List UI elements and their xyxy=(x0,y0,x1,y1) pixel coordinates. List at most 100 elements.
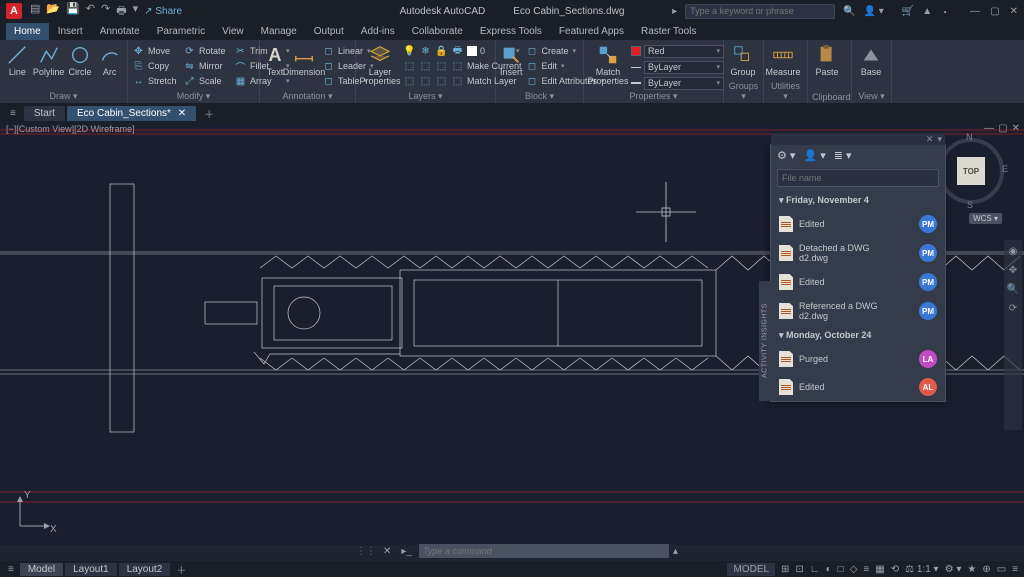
status-model-label[interactable]: MODEL xyxy=(727,563,775,576)
ribbon-tab-manage[interactable]: Manage xyxy=(253,23,305,40)
layer-btn1-icon[interactable]: ⬚ xyxy=(403,60,416,73)
ribbon-tab-annotate[interactable]: Annotate xyxy=(92,23,148,40)
panel-block-title[interactable]: Block ▾ xyxy=(500,90,579,103)
qat-redo-icon[interactable]: ↷ xyxy=(101,2,110,21)
layer-btn5-icon[interactable]: ⬚ xyxy=(403,75,416,88)
layer-btn4-icon[interactable]: ⬚ xyxy=(451,60,464,73)
status-scale[interactable]: ⚖ 1:1 ▾ xyxy=(905,564,938,575)
status-3dosnap-icon[interactable]: ◇ xyxy=(850,564,858,575)
panel-properties-title[interactable]: Properties ▾ xyxy=(588,90,719,103)
viewcube-south[interactable]: S xyxy=(967,200,973,210)
insert-button[interactable]: Insert xyxy=(500,42,523,77)
cart-icon[interactable]: 🛒 xyxy=(902,6,914,17)
help-chevron-icon[interactable]: ▸ xyxy=(672,6,677,17)
drawing-canvas[interactable]: — ▢ ✕ [−][Custom View][2D Wireframe] xyxy=(0,122,1024,545)
status-cycle-icon[interactable]: ⟲ xyxy=(891,564,899,575)
layer-btn6-icon[interactable]: ⬚ xyxy=(419,75,432,88)
activity-item[interactable]: Detached a DWG d2.dwgPM xyxy=(771,238,945,268)
tab-layout1[interactable]: Layout1 xyxy=(65,563,117,576)
file-close-icon[interactable]: ✕ xyxy=(178,108,186,119)
panel-annotation-title[interactable]: Annotation ▾ xyxy=(264,90,351,103)
qat-open-icon[interactable]: 📂 xyxy=(46,2,60,21)
panel-handle[interactable]: ✕▾ xyxy=(771,133,945,145)
search-icon[interactable]: 🔍 xyxy=(843,6,855,17)
status-osnap-icon[interactable]: □ xyxy=(838,564,844,575)
activity-item[interactable]: EditedPM xyxy=(771,268,945,296)
user-filter-icon[interactable]: 👤 ▾ xyxy=(803,149,825,162)
status-transparency-icon[interactable]: ▦ xyxy=(875,564,884,575)
nav-wheel-icon[interactable]: ◉ xyxy=(1009,246,1018,257)
move-button[interactable]: Move xyxy=(148,46,180,56)
measure-button[interactable]: Measure xyxy=(768,42,798,77)
viewcube-face[interactable]: TOP xyxy=(957,157,985,185)
activity-side-label[interactable]: ACTIVITY INSIGHTS xyxy=(759,281,771,401)
status-grid-icon[interactable]: ⊞ xyxy=(781,564,789,575)
copy-button[interactable]: Copy xyxy=(148,61,180,71)
activity-item[interactable]: EditedPM xyxy=(771,210,945,238)
panel-groups-title[interactable]: Groups ▾ xyxy=(728,80,759,103)
activity-date-header[interactable]: ▾ Monday, October 24 xyxy=(771,326,945,345)
qat-undo-icon[interactable]: ↶ xyxy=(86,2,95,21)
activity-search-input[interactable] xyxy=(777,169,939,187)
search-input[interactable] xyxy=(685,4,835,19)
qat-dropdown-icon[interactable]: ▾ xyxy=(133,2,139,21)
activity-item[interactable]: EditedAL xyxy=(771,373,945,401)
share-button[interactable]: ↗ Share xyxy=(144,6,182,17)
info-icon[interactable]: ・ xyxy=(940,4,950,19)
status-ortho-icon[interactable]: ∟ xyxy=(810,564,820,575)
scale-button[interactable]: Scale xyxy=(199,76,231,86)
new-tab-icon[interactable]: ＋ xyxy=(198,104,220,123)
status-custom-icon[interactable]: ≡ xyxy=(1012,564,1018,575)
signin-icon[interactable]: 👤 ▾ xyxy=(864,6,884,17)
status-wk-icon[interactable]: ⊕ xyxy=(982,564,990,575)
circle-button[interactable]: Circle xyxy=(67,42,94,77)
ribbon-tab-add-ins[interactable]: Add-ins xyxy=(353,23,403,40)
rotate-button[interactable]: Rotate xyxy=(199,46,231,56)
cmd-grip-icon[interactable]: ⋮⋮ xyxy=(356,546,376,557)
arc-button[interactable]: Arc xyxy=(96,42,123,77)
status-lwt-icon[interactable]: ≡ xyxy=(863,564,869,575)
app-logo[interactable]: A xyxy=(6,3,22,19)
status-gear-icon[interactable]: ⚙ ▾ xyxy=(945,564,962,575)
list-icon[interactable]: ≣ ▾ xyxy=(834,149,852,162)
line-button[interactable]: Line xyxy=(4,42,31,77)
viewcube-east[interactable]: E xyxy=(1002,164,1008,174)
paste-button[interactable]: Paste xyxy=(812,42,842,77)
match-properties-button[interactable]: Match Properties xyxy=(588,42,628,86)
viewcube-wcs[interactable]: WCS ▾ xyxy=(969,213,1002,224)
panel-utilities-title[interactable]: Utilities ▾ xyxy=(768,80,803,103)
cmd-close-icon[interactable]: ✕ xyxy=(380,546,394,557)
filetabs-menu-icon[interactable]: ≡ xyxy=(4,106,22,121)
status-polar-icon[interactable]: ◐ xyxy=(826,564,832,575)
status-clean-icon[interactable]: ▭ xyxy=(997,564,1006,575)
layout-menu-icon[interactable]: ≡ xyxy=(4,564,18,575)
close-icon[interactable]: ✕ xyxy=(1010,6,1018,17)
ucs-icon[interactable]: Y X xyxy=(12,492,52,535)
layer-btn7-icon[interactable]: ⬚ xyxy=(435,75,448,88)
cmd-recent-icon[interactable]: ▴ xyxy=(673,546,678,557)
activity-item[interactable]: Referenced a DWG d2.dwgPM xyxy=(771,296,945,326)
panel-draw-title[interactable]: Draw ▾ xyxy=(4,90,123,103)
activity-date-header[interactable]: ▾ Friday, November 4 xyxy=(771,191,945,210)
stretch-button[interactable]: Stretch xyxy=(148,76,180,86)
ribbon-tab-parametric[interactable]: Parametric xyxy=(149,23,213,40)
qat-print-icon[interactable]: 🖶 xyxy=(116,2,126,21)
group-button[interactable]: Group xyxy=(728,42,758,77)
cmd-prompt-icon[interactable]: ▸_ xyxy=(398,546,415,557)
nav-zoom-icon[interactable]: 🔍 xyxy=(1007,284,1019,295)
minimize-icon[interactable]: — xyxy=(970,6,980,17)
linetype-select[interactable]: ByLayer▾ xyxy=(631,60,724,74)
panel-view-title[interactable]: View ▾ xyxy=(856,90,887,103)
active-file-tab[interactable]: Eco Cabin_Sections* ✕ xyxy=(67,106,196,121)
qat-menu-icon[interactable]: ▤ xyxy=(30,2,40,21)
mirror-button[interactable]: Mirror xyxy=(199,61,231,71)
ribbon-tab-raster-tools[interactable]: Raster Tools xyxy=(633,23,704,40)
tab-layout2[interactable]: Layout2 xyxy=(119,563,171,576)
start-tab[interactable]: Start xyxy=(24,106,65,121)
qat-save-icon[interactable]: 💾 xyxy=(66,2,80,21)
polyline-button[interactable]: Polyline xyxy=(34,42,64,77)
panel-layers-title[interactable]: Layers ▾ xyxy=(360,90,491,103)
add-layout-icon[interactable]: ＋ xyxy=(172,562,190,577)
base-button[interactable]: Base xyxy=(856,42,886,77)
ribbon-tab-express-tools[interactable]: Express Tools xyxy=(472,23,550,40)
